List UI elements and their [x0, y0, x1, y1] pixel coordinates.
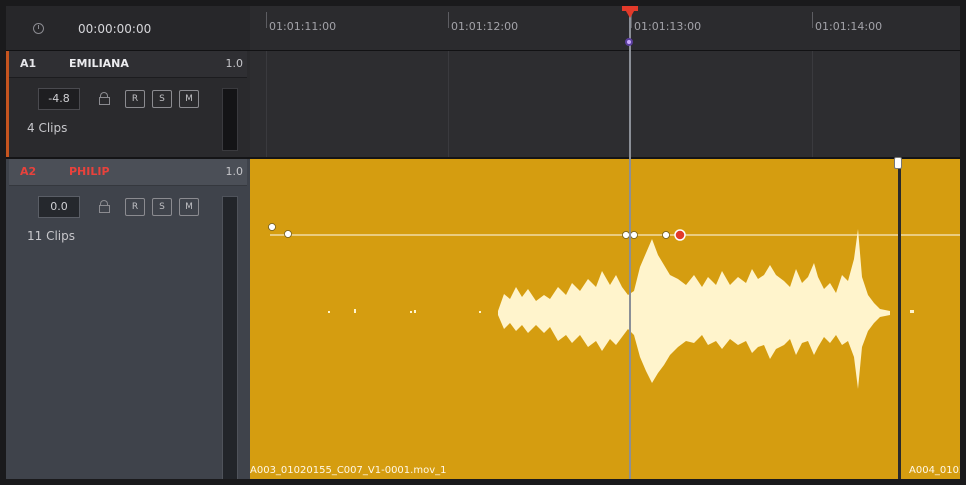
- solo-button[interactable]: S: [152, 90, 172, 108]
- clip-count: 11 Clips: [27, 229, 75, 243]
- lock-icon[interactable]: [99, 200, 110, 213]
- record-arm-button[interactable]: R: [125, 90, 145, 108]
- audio-meter: [222, 196, 238, 479]
- track-name[interactable]: EMILIANA: [69, 57, 129, 70]
- clip-count: 4 Clips: [27, 121, 68, 135]
- mute-button[interactable]: M: [179, 198, 199, 216]
- clip-name: A003_01020155_C007_V1-0001.mov_1: [250, 465, 447, 476]
- grid-line: [448, 51, 449, 157]
- audio-clip[interactable]: A003_01020155_C007_V1-0001.mov_1 A004_01…: [250, 157, 960, 479]
- grid-line: [266, 51, 267, 157]
- track-id: A2: [20, 165, 37, 178]
- channel-format: 1.0: [225, 165, 244, 178]
- ruler-tick: [812, 12, 813, 28]
- fade-handle[interactable]: [894, 157, 902, 169]
- clip-name: A004_0102: [909, 465, 960, 476]
- playhead-icon[interactable]: [623, 6, 637, 18]
- track-header-a1[interactable]: A1 EMILIANA 1.0 -4.8 R S M 4 Clips: [6, 51, 250, 159]
- ruler-label: 01:01:14:00: [815, 20, 883, 33]
- timecode-row: 00:00:00:00: [6, 6, 250, 51]
- solo-button[interactable]: S: [152, 198, 172, 216]
- timecode-ruler[interactable]: 01:01:11:00 01:01:12:00 01:01:13:00 01:0…: [250, 6, 960, 51]
- audio-meter: [222, 88, 238, 151]
- track-header-a2[interactable]: A2 PHILIP 1.0 0.0 R S M 11 Clips: [6, 159, 250, 479]
- record-arm-button[interactable]: R: [125, 198, 145, 216]
- track-header-column: 00:00:00:00 A1 EMILIANA 1.0 -4.8 R S M 4…: [6, 6, 250, 479]
- clock-icon: [33, 23, 44, 34]
- clip-edit-point[interactable]: [898, 159, 901, 479]
- channel-format: 1.0: [225, 57, 244, 70]
- playhead-line[interactable]: [629, 16, 631, 479]
- volume-field[interactable]: 0.0: [38, 196, 80, 218]
- timecode-display[interactable]: 00:00:00:00: [78, 22, 151, 36]
- waveform: [268, 223, 960, 389]
- marker-icon[interactable]: [625, 38, 633, 46]
- track-name-row: A2 PHILIP 1.0: [9, 159, 247, 186]
- grid-line: [812, 51, 813, 157]
- timeline-area[interactable]: 01:01:11:00 01:01:12:00 01:01:13:00 01:0…: [250, 6, 960, 479]
- volume-field[interactable]: -4.8: [38, 88, 80, 110]
- ruler-tick: [266, 12, 267, 28]
- timeline-window: 00:00:00:00 A1 EMILIANA 1.0 -4.8 R S M 4…: [6, 6, 960, 479]
- ruler-label: 01:01:11:00: [269, 20, 337, 33]
- track-id: A1: [20, 57, 37, 70]
- ruler-tick: [448, 12, 449, 28]
- ruler-label: 01:01:13:00: [634, 20, 702, 33]
- track-name[interactable]: PHILIP: [69, 165, 110, 178]
- ruler-label: 01:01:12:00: [451, 20, 519, 33]
- track-name-row: A1 EMILIANA 1.0: [9, 51, 247, 78]
- mute-button[interactable]: M: [179, 90, 199, 108]
- track-lane-a1[interactable]: [250, 51, 960, 159]
- lock-icon[interactable]: [99, 92, 110, 105]
